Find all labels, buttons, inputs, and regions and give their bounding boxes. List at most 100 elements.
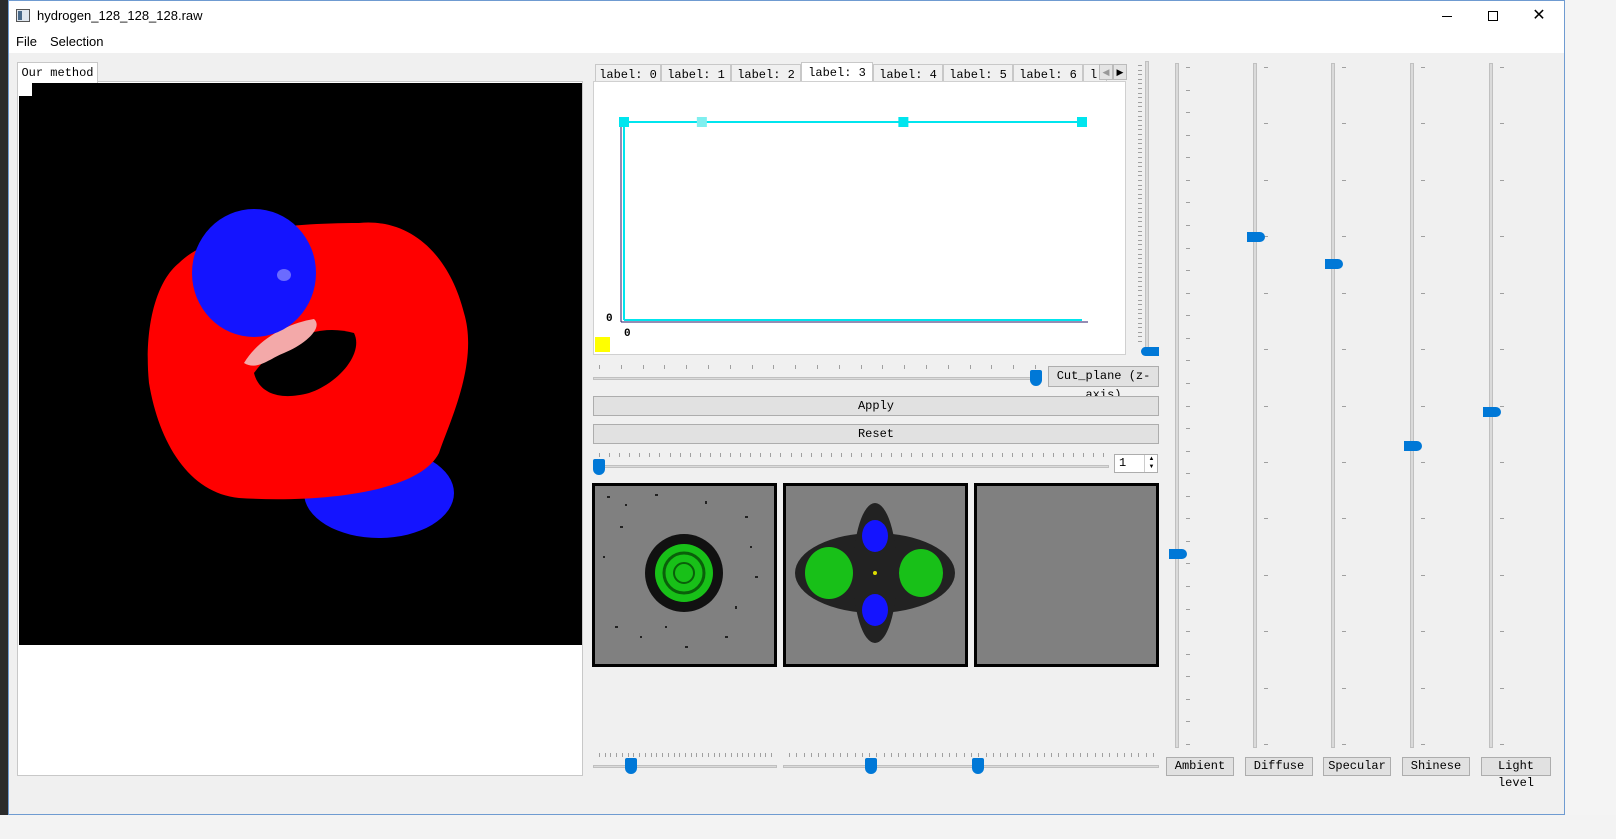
lighting-slider-4[interactable] [1483,63,1528,748]
slider-tick [948,365,949,369]
maximize-icon[interactable] [1470,1,1516,31]
slider-tick [1138,286,1142,287]
slider-tick [1012,453,1013,457]
tf-control-point[interactable] [898,117,909,127]
cut-plane-slider-handle[interactable] [1030,370,1042,386]
slider-tick [811,453,812,457]
bottom-slider-left[interactable] [593,749,777,777]
bottom-slider-right-handle-1[interactable] [865,758,877,774]
slider-tick [1138,208,1142,209]
shinese-button[interactable]: Shinese [1402,757,1470,776]
ambient-button[interactable]: Ambient [1166,757,1234,776]
slider-tick [1138,74,1142,75]
slider-tick [796,753,797,757]
slider-tick [956,753,957,757]
slider-tick [1421,406,1425,407]
tab-scroll-right-icon[interactable]: ▶ [1113,64,1127,80]
slice-preview-2[interactable] [783,483,968,667]
slider-tick [1124,753,1125,757]
tf-vertical-slider[interactable] [1132,61,1162,359]
spin-up-icon[interactable]: ▲ [1144,455,1158,463]
slider-tick [1500,575,1504,576]
slider-tick [1186,406,1190,407]
slider-tick [898,753,899,757]
slider-tick [1043,453,1044,457]
bottom-slider-right[interactable] [783,749,1159,777]
slider-tick [1264,293,1268,294]
diffuse-button[interactable]: Diffuse [1245,757,1313,776]
tf-y-origin-label: 0 [606,313,613,325]
transfer-function-canvas[interactable] [594,82,1125,354]
slice-preview-1[interactable] [592,483,777,667]
lighting-slider-1[interactable] [1247,63,1292,748]
apply-button[interactable]: Apply [593,396,1159,416]
slider-tick [942,453,943,457]
slider-tick [1138,106,1142,107]
lighting-slider-handle-1[interactable] [1247,232,1265,242]
slider-tick [1138,295,1142,296]
lighting-slider-handle-0[interactable] [1169,549,1187,559]
lighting-slider-handle-4[interactable] [1483,407,1501,417]
transfer-function-panel[interactable]: 0 0 [593,81,1126,355]
slider-tick [639,753,640,757]
slider-tick [876,753,877,757]
slider-tick [1186,315,1190,316]
lighting-slider-0[interactable] [1169,63,1214,748]
spin-down-icon[interactable]: ▼ [1144,463,1158,472]
lighting-slider-2[interactable] [1325,63,1370,748]
slider-tick [1138,277,1142,278]
slider-tick [913,753,914,757]
volume-render-view[interactable] [19,83,582,645]
slice-preview-3[interactable] [974,483,1159,667]
reset-button[interactable]: Reset [593,424,1159,444]
lighting-slider-3[interactable] [1404,63,1449,748]
slider-tick [1138,189,1142,190]
title-bar: hydrogen_128_128_128.raw ✕ [9,1,1564,31]
slider-tick [1015,753,1016,757]
cut-plane-button[interactable]: Cut_plane (z-axis) [1048,366,1159,402]
slider-tick [760,753,761,757]
bottom-slider-left-handle[interactable] [625,758,637,774]
slider-tick [710,453,711,457]
slider-tick [1051,753,1052,757]
slider-tick [633,753,634,757]
slider-tick [1138,753,1139,757]
slider-tick [881,453,882,457]
slider-tick [765,753,766,757]
tf-color-swatch[interactable] [595,337,610,352]
tf-control-point[interactable] [696,117,707,127]
bottom-slider-right-handle-2[interactable] [972,758,984,774]
specular-button[interactable]: Specular [1323,757,1391,776]
slider-tick [599,753,600,757]
menu-selection[interactable]: Selection [50,34,103,49]
slider-tick [811,753,812,757]
slice-slider[interactable] [593,451,1109,477]
slider-tick [1342,180,1346,181]
slider-tick [616,753,617,757]
slider-tick [1037,753,1038,757]
slider-tick [662,753,663,757]
tf-control-point[interactable] [1077,117,1087,127]
light-level-button[interactable]: Light level [1481,757,1551,790]
slider-tick [1138,332,1142,333]
slice-spinbox[interactable]: 1 ▲ ▼ [1114,454,1158,473]
lighting-slider-handle-2[interactable] [1325,259,1343,269]
slider-tick [1186,338,1190,339]
slice-slider-handle[interactable] [593,459,605,475]
slider-tick [1138,304,1142,305]
slider-tick [884,753,885,757]
tab-scroll-left-icon[interactable]: ◀ [1099,64,1113,80]
minimize-icon[interactable] [1424,1,1470,31]
tab-our-method[interactable]: Our method [17,62,98,83]
tf-vertical-slider-handle[interactable] [1141,347,1159,356]
lighting-slider-handle-3[interactable] [1404,441,1422,451]
close-icon[interactable]: ✕ [1516,1,1562,31]
slider-tick [978,753,979,757]
tf-control-point[interactable] [619,117,629,127]
cut-plane-slider[interactable] [593,361,1042,389]
slider-tick [1186,293,1190,294]
slider-tick [1264,462,1268,463]
slider-tick [1053,453,1054,457]
menu-file[interactable]: File [16,34,37,49]
slider-tick [1138,97,1142,98]
